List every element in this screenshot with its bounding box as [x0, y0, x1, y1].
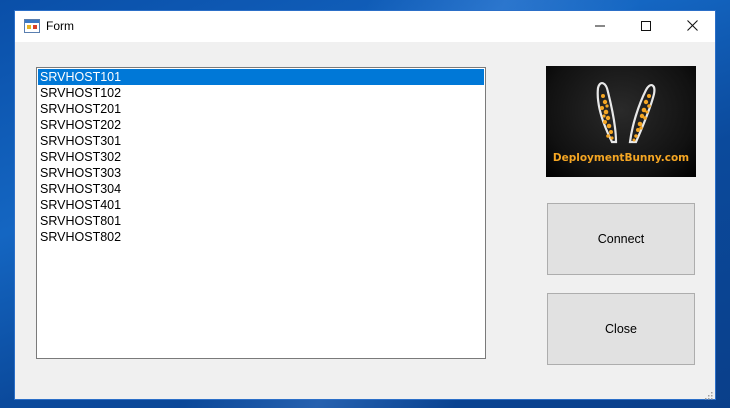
list-item[interactable]: SRVHOST301	[38, 133, 484, 149]
list-item[interactable]: SRVHOST401	[38, 197, 484, 213]
list-item[interactable]: SRVHOST302	[38, 149, 484, 165]
title-bar[interactable]: Form	[15, 11, 715, 42]
list-item[interactable]: SRVHOST202	[38, 117, 484, 133]
list-item[interactable]: SRVHOST101	[38, 69, 484, 85]
server-listbox[interactable]: SRVHOST101 SRVHOST102 SRVHOST201 SRVHOST…	[36, 67, 486, 359]
minimize-button[interactable]	[577, 11, 623, 42]
maximize-button[interactable]	[623, 11, 669, 42]
list-item[interactable]: SRVHOST303	[38, 165, 484, 181]
list-item[interactable]: SRVHOST201	[38, 101, 484, 117]
form-window: Form SRVHOST101 SRVHOST102 SRVHOST201 SR…	[14, 10, 716, 400]
close-window-button[interactable]	[669, 11, 715, 42]
connect-button[interactable]: Connect	[547, 203, 695, 275]
window-title: Form	[46, 19, 74, 33]
minimize-icon	[595, 18, 605, 36]
deployment-bunny-logo: DeploymentBunny.com	[546, 66, 696, 177]
logo-text: DeploymentBunny.com	[552, 152, 690, 164]
close-button[interactable]: Close	[547, 293, 695, 365]
maximize-icon	[641, 18, 651, 36]
list-item[interactable]: SRVHOST304	[38, 181, 484, 197]
close-icon	[686, 18, 698, 36]
resize-grip-icon[interactable]	[703, 387, 713, 400]
list-item[interactable]: SRVHOST102	[38, 85, 484, 101]
list-item[interactable]: SRVHOST801	[38, 213, 484, 229]
form-app-icon	[24, 19, 40, 33]
list-item[interactable]: SRVHOST802	[38, 229, 484, 245]
